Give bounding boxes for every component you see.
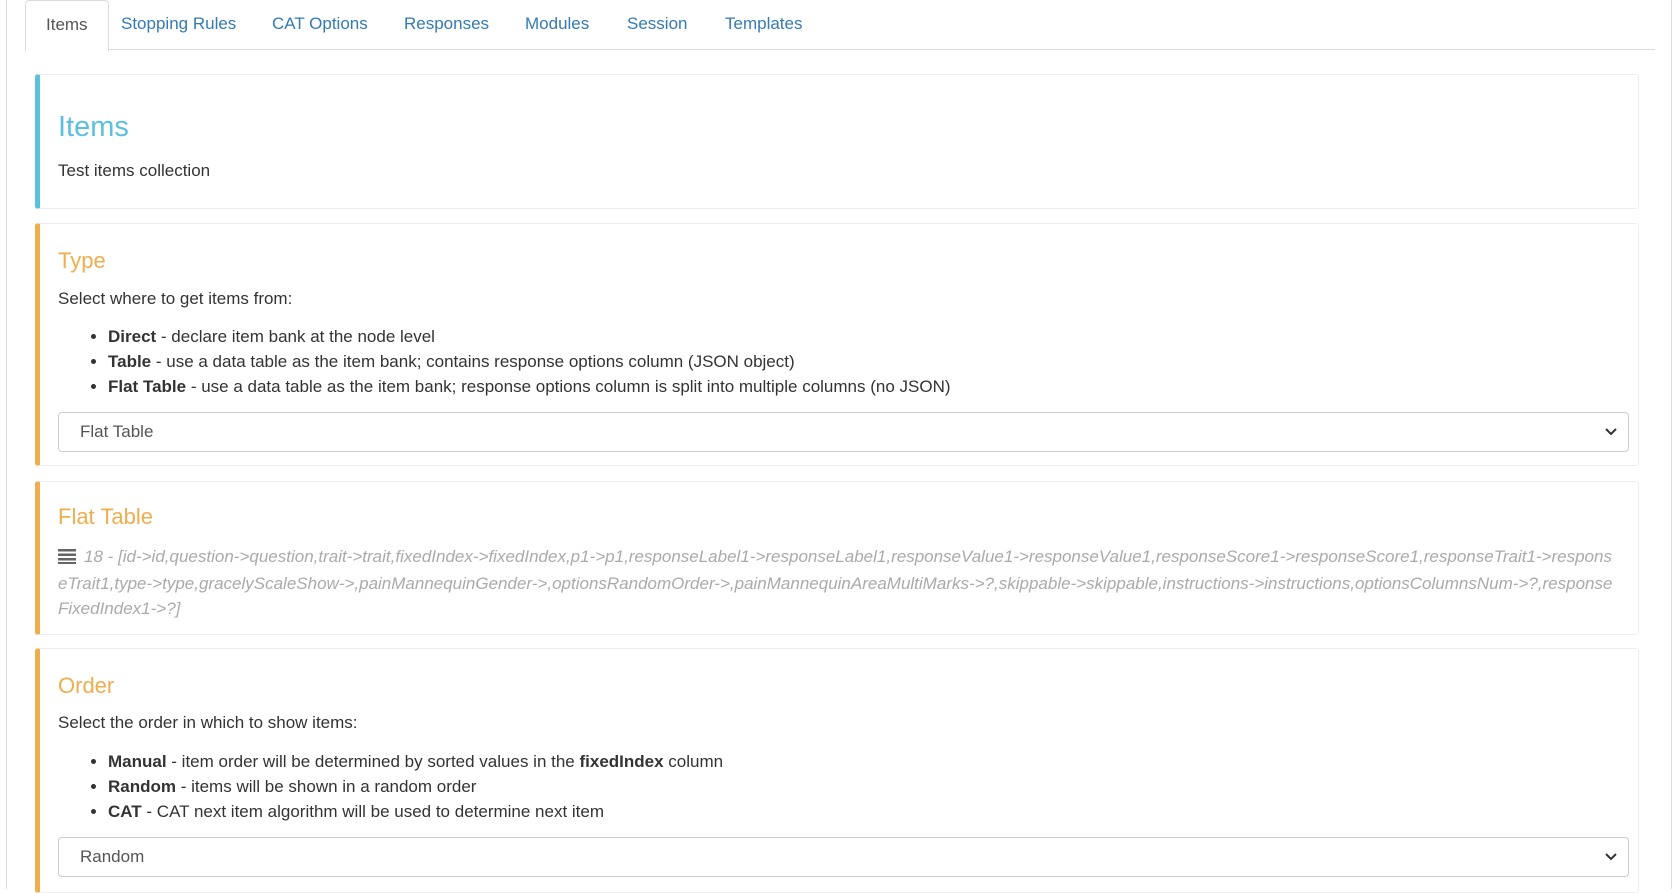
order-title: Order bbox=[58, 673, 115, 698]
order-panel: Order Select the order in which to show … bbox=[35, 648, 1639, 893]
type-panel: Type Select where to get items from: Dir… bbox=[35, 223, 1639, 466]
flat-table-mapping[interactable]: 18 - [id->id,question->question,trait->t… bbox=[58, 544, 1618, 621]
tab-cat-options[interactable]: CAT Options bbox=[272, 0, 368, 49]
list-item: Table - use a data table as the item ban… bbox=[108, 349, 951, 374]
page-border-right bbox=[1671, 0, 1672, 889]
order-intro: Select the order in which to show items: bbox=[58, 713, 358, 732]
list-item: Direct - declare item bank at the node l… bbox=[108, 324, 951, 349]
tab-stopping-rules[interactable]: Stopping Rules bbox=[121, 0, 236, 49]
flat-table-panel: Flat Table 18 - [id->id,question->questi… bbox=[35, 481, 1639, 635]
type-options-list: Direct - declare item bank at the node l… bbox=[58, 324, 951, 399]
list-item: Random - items will be shown in a random… bbox=[108, 774, 723, 799]
tab-bar: Items Stopping Rules CAT Options Respons… bbox=[25, 0, 1655, 52]
tab-modules[interactable]: Modules bbox=[525, 0, 589, 49]
flat-table-mapping-text: 18 - [id->id,question->question,trait->t… bbox=[58, 547, 1613, 618]
tab-templates[interactable]: Templates bbox=[725, 0, 802, 49]
chevron-down-icon bbox=[1604, 413, 1618, 451]
items-subtitle: Test items collection bbox=[58, 161, 211, 180]
list-icon bbox=[58, 546, 76, 571]
tab-responses[interactable]: Responses bbox=[404, 0, 489, 49]
items-title: Items bbox=[58, 111, 129, 143]
page-border-left bbox=[6, 0, 7, 889]
order-select-value: Random bbox=[80, 847, 145, 866]
items-panel: Items Test items collection bbox=[35, 74, 1639, 209]
chevron-down-icon bbox=[1604, 838, 1618, 876]
order-select[interactable]: Random bbox=[58, 837, 1629, 877]
type-intro: Select where to get items from: bbox=[58, 289, 293, 308]
order-options-list: Manual - item order will be determined b… bbox=[58, 749, 723, 824]
tab-items[interactable]: Items bbox=[25, 0, 109, 52]
type-select[interactable]: Flat Table bbox=[58, 412, 1629, 452]
type-select-value: Flat Table bbox=[80, 422, 154, 441]
list-item: CAT - CAT next item algorithm will be us… bbox=[108, 799, 723, 824]
list-item: Manual - item order will be determined b… bbox=[108, 749, 723, 774]
flat-table-title: Flat Table bbox=[58, 504, 153, 529]
type-title: Type bbox=[58, 248, 106, 273]
list-item: Flat Table - use a data table as the ite… bbox=[108, 374, 951, 399]
tab-session[interactable]: Session bbox=[627, 0, 687, 49]
